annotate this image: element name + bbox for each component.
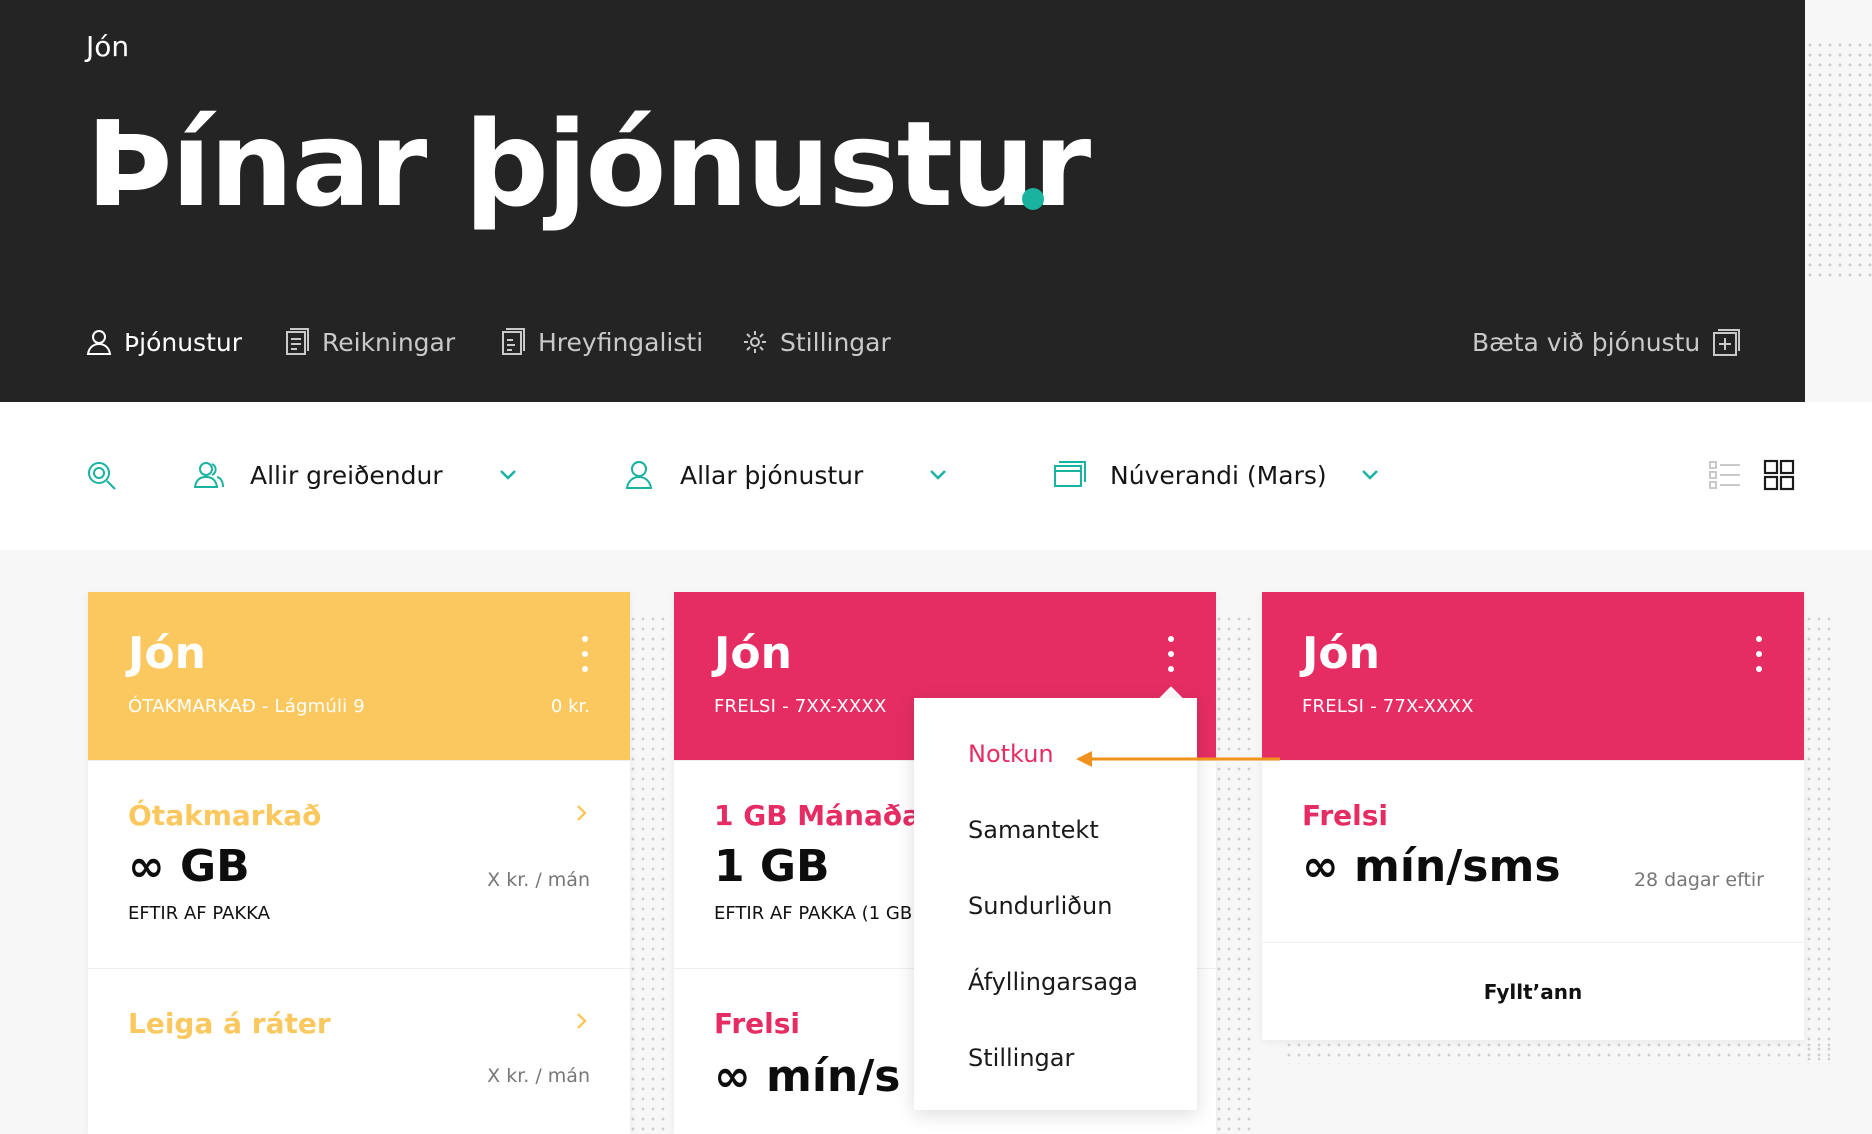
card-section[interactable]: Ótakmarkað ∞ GB X kr. / mán EFTIR AF PAK… [88, 760, 630, 968]
users-icon [192, 458, 226, 492]
section-title: 1 GB Mánaðar [714, 799, 935, 832]
list-view-icon [1709, 461, 1740, 489]
more-options-icon[interactable] [580, 636, 590, 672]
card-section[interactable]: Leiga á ráter X kr. / mán [88, 968, 630, 1134]
nav-item-hreyfingalisti[interactable]: Hreyfingalisti [498, 320, 703, 364]
gear-icon [740, 327, 770, 357]
nav-item-label: Þjónustur [124, 327, 243, 357]
card-subtitle: FRELSI - 77X-XXXX [1302, 696, 1474, 717]
card-name: Jón [1302, 628, 1380, 679]
services-filter-value: Allar þjónustur [680, 460, 864, 490]
period-filter-value: Núverandi (Mars) [1110, 460, 1327, 490]
decorative-dots [1214, 614, 1256, 1134]
section-caption: EFTIR AF PAKKA (1 GB E [714, 903, 930, 924]
section-title: Frelsi [1302, 799, 1388, 832]
list-view-button[interactable] [1708, 458, 1742, 492]
search-icon [84, 458, 118, 492]
add-box-icon [1710, 327, 1741, 357]
decorative-dots [1804, 614, 1834, 1064]
menu-item-stillingar[interactable]: Stillingar [968, 1044, 1074, 1072]
section-price: X kr. / mán [487, 869, 590, 891]
section-title: Frelsi [714, 1007, 800, 1040]
add-service-label: Bæta við þjónustu [1472, 327, 1701, 357]
grid-view-icon [1763, 459, 1795, 491]
more-options-icon[interactable] [1754, 636, 1764, 672]
page-title: Þínar þjónustur [86, 95, 1091, 233]
grid-view-button[interactable] [1762, 458, 1796, 492]
chevron-down-icon[interactable] [1359, 463, 1381, 485]
user-icon [84, 327, 114, 357]
list-document-icon [498, 327, 528, 357]
card-name: Jón [128, 628, 206, 679]
section-remaining: 28 dagar eftir [1633, 869, 1764, 891]
card-header[interactable]: Jón ÓTAKMARKAÐ - Lágmúli 9 0 kr. [88, 592, 630, 760]
card-header[interactable]: Jón FRELSI - 77X-XXXX [1262, 592, 1804, 760]
section-title: Leiga á ráter [128, 1007, 331, 1040]
search-button[interactable] [84, 455, 118, 495]
payers-filter-value: Allir greiðendur [250, 460, 443, 490]
section-price: X kr. / mán [487, 1065, 590, 1087]
user-name: Jón [86, 30, 130, 63]
card-subtitle: FRELSI - 7XX-XXXX [714, 696, 887, 717]
menu-item-afyllingarsaga[interactable]: Áfyllingarsaga [968, 968, 1138, 996]
card-section[interactable]: Frelsi ∞ mín/sms 28 dagar eftir [1262, 760, 1804, 942]
add-service-button[interactable]: Bæta við þjónustu [1472, 320, 1741, 364]
decorative-dots [1805, 40, 1872, 282]
refill-button-label: Fyllt’ann [1483, 979, 1583, 1004]
section-caption: EFTIR AF PAKKA [128, 903, 270, 924]
document-icon [282, 327, 312, 357]
chevron-down-icon[interactable] [927, 463, 949, 485]
section-amount: ∞ mín/sms [1302, 841, 1561, 892]
nav-item-label: Reikningar [322, 327, 456, 357]
payers-filter[interactable]: Allir greiðendur [192, 455, 443, 495]
service-user-icon [622, 458, 656, 492]
menu-item-samantekt[interactable]: Samantekt [968, 816, 1099, 844]
refill-button[interactable]: Fyllt’ann [1262, 942, 1804, 1040]
service-card: Jón FRELSI - 77X-XXXX Frelsi ∞ mín/sms 2… [1262, 592, 1804, 1040]
chevron-right-icon[interactable] [574, 1011, 590, 1031]
nav-item-thjonustur[interactable]: Þjónustur [84, 320, 242, 364]
menu-item-sundurlidun[interactable]: Sundurliðun [968, 892, 1112, 920]
nav-item-stillingar[interactable]: Stillingar [740, 320, 891, 364]
section-amount: 1 GB [714, 841, 830, 892]
decorative-dots [628, 614, 670, 1134]
service-card: Jón ÓTAKMARKAÐ - Lágmúli 9 0 kr. Ótakmar… [88, 592, 630, 1134]
section-title: Ótakmarkað [128, 799, 322, 832]
nav-item-reikningar[interactable]: Reikningar [282, 320, 455, 364]
title-accent-dot [1022, 188, 1044, 210]
section-amount: ∞ GB [128, 841, 250, 892]
nav-item-label: Hreyfingalisti [538, 327, 704, 357]
decorative-dots [1284, 1040, 1830, 1064]
nav-item-label: Stillingar [780, 327, 891, 357]
period-filter[interactable]: Núverandi (Mars) [1052, 455, 1327, 495]
menu-item-notkun[interactable]: Notkun [968, 740, 1054, 768]
card-name: Jón [714, 628, 792, 679]
callout-arrow [1074, 750, 1280, 768]
card-subtitle: ÓTAKMARKAÐ - Lágmúli 9 [128, 696, 365, 717]
services-filter[interactable]: Allar þjónustur [622, 455, 863, 495]
card-price: 0 kr. [550, 696, 590, 717]
more-options-icon[interactable] [1166, 636, 1176, 672]
chevron-down-icon[interactable] [497, 463, 519, 485]
section-amount: ∞ mín/s [714, 1051, 901, 1102]
calendar-icon [1052, 458, 1086, 492]
chevron-right-icon[interactable] [574, 803, 590, 823]
